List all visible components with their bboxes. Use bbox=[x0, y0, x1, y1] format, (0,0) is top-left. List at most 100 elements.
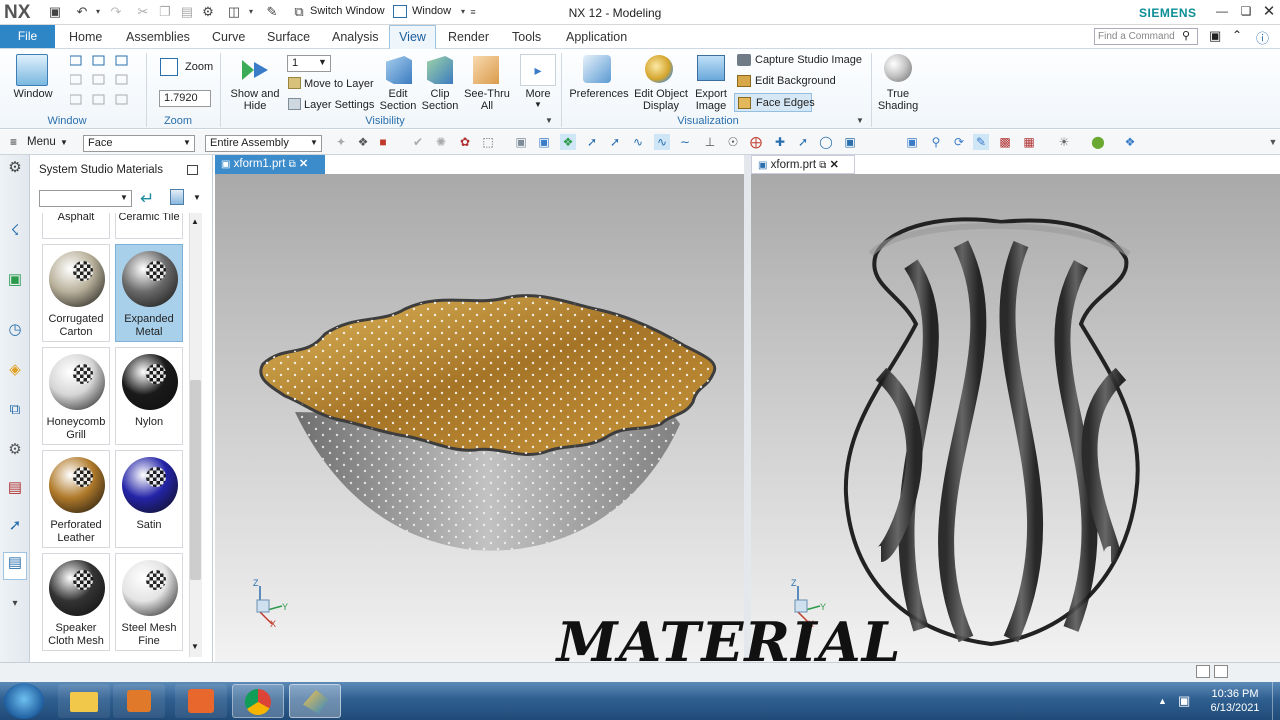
status-icon[interactable] bbox=[1214, 665, 1228, 678]
scroll-up-icon[interactable]: ▲ bbox=[191, 217, 199, 226]
spline-select-icon[interactable]: ∼ bbox=[677, 134, 693, 150]
more-icon[interactable]: ▸ bbox=[520, 54, 556, 86]
chevron-down-icon[interactable]: ▼ bbox=[120, 193, 128, 202]
part-navigator-icon[interactable]: ▣ bbox=[5, 270, 25, 290]
material-tile[interactable]: Corrugated Carton bbox=[42, 244, 110, 342]
curve-select-icon[interactable]: ∿ bbox=[654, 134, 670, 150]
restore-button[interactable]: ❏ bbox=[1236, 4, 1256, 18]
material-tile-partial[interactable]: Asphalt bbox=[42, 213, 110, 239]
material-tile[interactable]: Perforated Leather bbox=[42, 450, 110, 548]
panel-maximize-icon[interactable] bbox=[187, 165, 198, 175]
window-layout-grid[interactable] bbox=[69, 54, 130, 108]
preferences-icon[interactable] bbox=[583, 55, 611, 83]
palette-icon[interactable]: ◈ bbox=[5, 360, 25, 380]
tangent-icon[interactable]: ⊥ bbox=[702, 134, 718, 150]
chrome-taskbar-button[interactable] bbox=[232, 684, 284, 718]
web-browser-icon[interactable]: ▤ bbox=[5, 478, 25, 498]
line-snap-icon[interactable]: ➚ bbox=[584, 134, 600, 150]
material-icon[interactable]: ⬤ bbox=[1090, 134, 1106, 150]
show-hide-button-label[interactable]: Show and Hide bbox=[230, 88, 280, 112]
layer-settings-button[interactable]: Layer Settings bbox=[304, 99, 374, 111]
edit-object-display-button-label[interactable]: Edit Object Display bbox=[632, 88, 690, 112]
tab-xform1[interactable]: ▣ xform1.prt ⧉ ✕ bbox=[215, 155, 325, 174]
view-options-icon[interactable] bbox=[170, 189, 184, 205]
snap-point-icon[interactable]: ❖ bbox=[560, 134, 576, 150]
point-on-face-icon[interactable]: ◯ bbox=[818, 134, 834, 150]
see-thru-icon[interactable] bbox=[473, 56, 499, 84]
chevron-down-icon[interactable]: ▼ bbox=[318, 57, 327, 67]
scroll-down-icon[interactable]: ▾ bbox=[5, 594, 25, 614]
chevron-down-icon[interactable]: ▼ bbox=[1265, 134, 1280, 150]
tab-assemblies[interactable]: Assemblies bbox=[126, 30, 190, 44]
background-icon[interactable]: ☀ bbox=[1056, 134, 1072, 150]
window-button-label[interactable]: Window bbox=[8, 88, 58, 100]
system-clock[interactable]: 10:36 PM 6/13/2021 bbox=[1200, 687, 1270, 715]
show-hide-icon[interactable] bbox=[240, 56, 270, 84]
clip-section-button-label[interactable]: Clip Section bbox=[420, 88, 460, 112]
material-tile[interactable]: Honeycomb Grill bbox=[42, 347, 110, 445]
tab-analysis[interactable]: Analysis bbox=[332, 30, 379, 44]
back-icon[interactable]: ↵ bbox=[140, 189, 154, 209]
tab-home[interactable]: Home bbox=[69, 30, 102, 44]
existing-point-icon[interactable]: ✚ bbox=[772, 134, 788, 150]
tab-file[interactable]: File bbox=[0, 25, 55, 48]
group-dropdown-icon[interactable]: ▼ bbox=[545, 116, 553, 125]
menu-button[interactable]: Menu bbox=[27, 136, 56, 148]
chevron-down-icon[interactable]: ▼ bbox=[183, 138, 191, 147]
tab-view[interactable]: View bbox=[389, 25, 436, 49]
graphics-window-right[interactable] bbox=[751, 174, 1280, 662]
point-on-curve-icon[interactable]: ➚ bbox=[795, 134, 811, 150]
edit-section-button-label[interactable]: Edit Section bbox=[378, 88, 418, 112]
material-tile[interactable]: Nylon bbox=[115, 347, 183, 445]
group-dropdown-icon[interactable]: ▼ bbox=[856, 116, 864, 125]
pan-view-icon[interactable]: ✎ bbox=[973, 134, 989, 150]
scrollbar-thumb[interactable] bbox=[190, 380, 201, 580]
search-icon[interactable]: ⚲ bbox=[1182, 29, 1190, 42]
mid-point-icon[interactable]: ∿ bbox=[630, 134, 646, 150]
show-desktop-button[interactable] bbox=[1272, 682, 1280, 720]
chevron-down-icon[interactable]: ▼ bbox=[534, 100, 542, 109]
history-icon[interactable]: ◷ bbox=[5, 320, 25, 340]
reuse-library-icon[interactable]: ⧉ bbox=[5, 400, 25, 420]
tab-render[interactable]: Render bbox=[448, 30, 489, 44]
capture-studio-image-button[interactable]: Capture Studio Image bbox=[755, 54, 862, 66]
explorer-taskbar-button[interactable] bbox=[58, 684, 110, 718]
close-icon[interactable]: ✕ bbox=[299, 158, 308, 170]
reset-filter-icon[interactable]: ✿ bbox=[457, 134, 473, 150]
collapse-ribbon-icon[interactable]: ⌃ bbox=[1232, 28, 1242, 42]
tab-xform[interactable]: ▣ xform.prt ⧉ ✕ bbox=[751, 155, 855, 174]
material-tile[interactable]: Steel Mesh Fine bbox=[115, 553, 183, 651]
system-materials-icon[interactable]: ▤ bbox=[3, 552, 27, 580]
show-hidden-icons[interactable]: ▲ bbox=[1158, 696, 1167, 706]
center-point-icon[interactable]: ☉ bbox=[725, 134, 741, 150]
pin-icon[interactable]: ⧉ bbox=[819, 160, 826, 171]
edit-background-button[interactable]: Edit Background bbox=[755, 75, 836, 87]
end-point-icon[interactable]: ➚ bbox=[607, 134, 623, 150]
more-button-label[interactable]: More bbox=[518, 88, 558, 100]
rectangle-select-icon[interactable]: ⬚ bbox=[480, 134, 496, 150]
tab-tools[interactable]: Tools bbox=[512, 30, 541, 44]
process-studio-icon[interactable]: ⚙ bbox=[5, 440, 25, 460]
network-icon[interactable]: ▣ bbox=[1178, 693, 1190, 709]
see-thru-button-label[interactable]: See-Thru All bbox=[463, 88, 511, 112]
preferences-button-label[interactable]: Preferences bbox=[568, 88, 630, 100]
start-button[interactable] bbox=[4, 683, 44, 719]
orient-view-icon[interactable]: ▩ bbox=[997, 134, 1013, 150]
ribbon-options-icon[interactable]: ▣ bbox=[1209, 28, 1221, 44]
move-to-layer-button[interactable]: Move to Layer bbox=[304, 78, 374, 90]
zoom-view-icon[interactable]: ⚲ bbox=[928, 134, 944, 150]
bounded-grid-icon[interactable]: ▣ bbox=[842, 134, 858, 150]
render-style-icon[interactable]: ▦ bbox=[1021, 134, 1037, 150]
assembly-navigator-icon[interactable]: ☇ bbox=[5, 221, 25, 241]
close-icon[interactable]: ✕ bbox=[830, 159, 839, 171]
gear-icon[interactable]: ⚙ bbox=[5, 158, 25, 178]
media-player-taskbar-button[interactable] bbox=[113, 684, 165, 718]
status-icon[interactable] bbox=[1196, 665, 1210, 678]
edit-object-display-icon[interactable] bbox=[645, 55, 673, 83]
quadrant-point-icon[interactable]: ⨁ bbox=[748, 134, 764, 150]
body-select-icon[interactable]: ▣ bbox=[536, 134, 552, 150]
fit-view-icon[interactable]: ▣ bbox=[904, 134, 920, 150]
minimize-button[interactable]: — bbox=[1212, 4, 1232, 18]
zoom-icon[interactable] bbox=[160, 58, 178, 76]
rotate-view-icon[interactable]: ⟳ bbox=[951, 134, 967, 150]
